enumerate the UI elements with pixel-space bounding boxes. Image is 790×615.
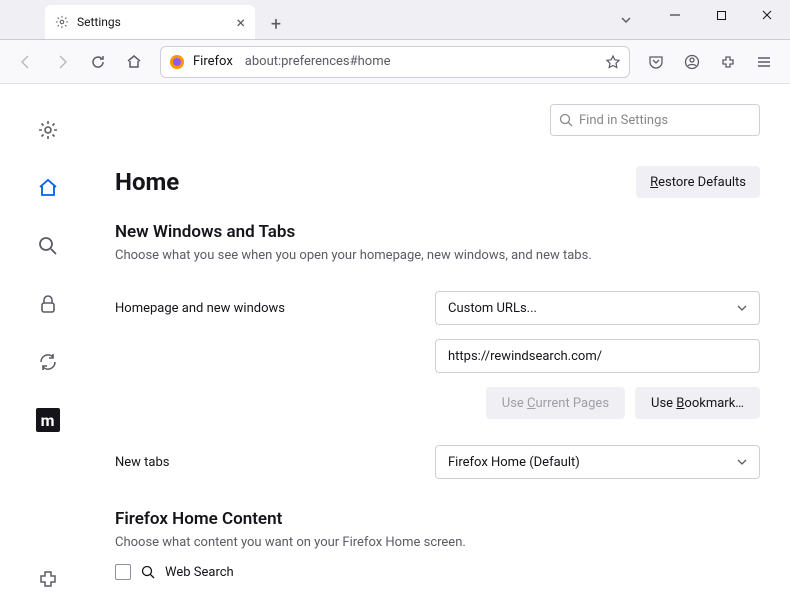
- homepage-url-input[interactable]: [435, 339, 760, 373]
- extensions-button[interactable]: [712, 46, 744, 78]
- homepage-label: Homepage and new windows: [115, 301, 415, 316]
- tab-title: Settings: [77, 15, 121, 29]
- chevron-down-icon: [737, 457, 747, 467]
- urlbar-brand: Firefox: [193, 54, 233, 69]
- sidebar-item-extensions[interactable]: [32, 563, 64, 595]
- websearch-checkbox[interactable]: [115, 564, 131, 580]
- page-title: Home: [115, 168, 179, 196]
- sidebar-item-privacy[interactable]: [32, 288, 64, 320]
- minimize-button[interactable]: [652, 0, 698, 30]
- pocket-button[interactable]: [640, 46, 672, 78]
- maximize-button[interactable]: [698, 0, 744, 30]
- new-tab-button[interactable]: +: [261, 9, 291, 39]
- menu-button[interactable]: [748, 46, 780, 78]
- restore-defaults-button[interactable]: Restore Defaults: [636, 166, 760, 198]
- bookmark-star-icon[interactable]: [605, 54, 621, 70]
- sidebar-item-more[interactable]: m: [32, 404, 64, 436]
- sidebar-item-search[interactable]: [32, 230, 64, 262]
- section-home-content-title: Firefox Home Content: [115, 509, 760, 529]
- homepage-select-value: Custom URLs...: [448, 301, 537, 316]
- newtabs-select-value: Firefox Home (Default): [448, 455, 580, 470]
- settings-content: Find in Settings Home Restore Defaults N…: [95, 84, 790, 615]
- search-input[interactable]: Find in Settings: [550, 104, 760, 136]
- back-button[interactable]: [10, 46, 42, 78]
- url-bar[interactable]: Firefox about:preferences#home: [160, 46, 630, 78]
- sidebar-item-sync[interactable]: [32, 346, 64, 378]
- toolbar: Firefox about:preferences#home: [0, 40, 790, 84]
- settings-sidebar: m: [0, 84, 95, 615]
- section-home-content-desc: Choose what content you want on your Fir…: [115, 535, 760, 550]
- search-placeholder: Find in Settings: [579, 113, 668, 128]
- sidebar-item-general[interactable]: [32, 114, 64, 146]
- urlbar-url: about:preferences#home: [245, 54, 391, 69]
- account-button[interactable]: [676, 46, 708, 78]
- home-button[interactable]: [118, 46, 150, 78]
- newtabs-select[interactable]: Firefox Home (Default): [435, 445, 760, 479]
- close-tab-icon[interactable]: ×: [236, 13, 245, 32]
- sidebar-item-home[interactable]: [32, 172, 64, 204]
- close-window-button[interactable]: [744, 0, 790, 30]
- forward-button[interactable]: [46, 46, 78, 78]
- section-new-windows-desc: Choose what you see when you open your h…: [115, 248, 760, 263]
- search-icon: [559, 113, 573, 127]
- tab-settings[interactable]: Settings ×: [45, 5, 255, 39]
- reload-button[interactable]: [82, 46, 114, 78]
- use-bookmark-button[interactable]: Use Bookmark…: [635, 387, 760, 419]
- section-new-windows-title: New Windows and Tabs: [115, 222, 760, 242]
- homepage-select[interactable]: Custom URLs...: [435, 291, 760, 325]
- tabs-dropdown-button[interactable]: [612, 6, 640, 34]
- newtabs-label: New tabs: [115, 455, 415, 470]
- search-icon: [141, 565, 155, 579]
- websearch-label: Web Search: [165, 565, 234, 580]
- chevron-down-icon: [737, 303, 747, 313]
- use-current-pages-button[interactable]: Use Current Pages: [486, 387, 625, 419]
- gear-icon: [55, 15, 69, 29]
- m-icon: m: [36, 408, 60, 432]
- firefox-logo-icon: [169, 54, 185, 70]
